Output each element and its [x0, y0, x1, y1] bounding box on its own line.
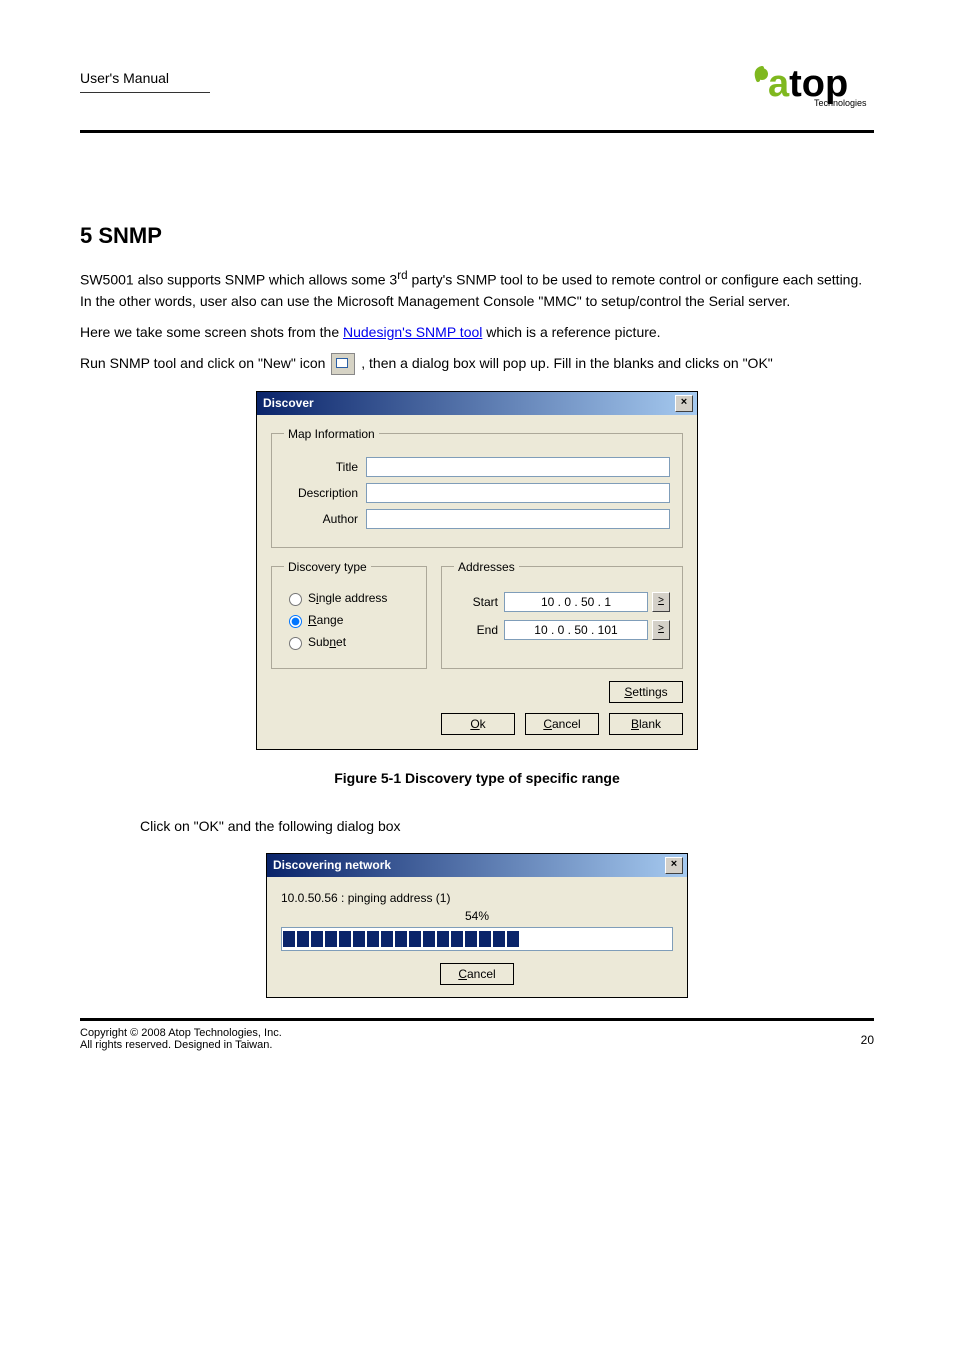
header-divider [80, 130, 874, 133]
description-label: Description [284, 486, 366, 500]
para2-post: which is a reference picture. [482, 324, 660, 340]
close-icon[interactable]: × [665, 857, 683, 874]
author-input[interactable] [366, 509, 670, 529]
discovering-network-dialog: Discovering network × 10.0.50.56 : pingi… [266, 853, 688, 998]
discover-titlebar: Discover × [257, 392, 697, 415]
footer-copyright: Copyright © 2008 Atop Technologies, Inc. [80, 1027, 874, 1039]
step1-text: Run SNMP tool and click on "New" icon , … [80, 353, 874, 375]
footer-reserved: All rights reserved. Designed in Taiwan. [80, 1039, 874, 1051]
addresses-group: Addresses Start 10 . 0 . 50 . 1 > End 10… [441, 560, 683, 669]
step1-prefix: Run SNMP tool and click on "New" icon [80, 355, 329, 371]
discover-dialog: Discover × Map Information Title Descrip… [256, 391, 698, 750]
start-ip-picker-button[interactable]: > [652, 592, 670, 612]
subnet-radio[interactable] [289, 637, 302, 650]
title-input[interactable] [366, 457, 670, 477]
progress-block [381, 931, 393, 947]
discovering-titlebar: Discovering network × [267, 854, 687, 877]
svg-text:Technologies: Technologies [814, 98, 867, 108]
brand-logo: atop Technologies [724, 60, 874, 111]
progress-bar [281, 927, 673, 951]
progress-block [339, 931, 351, 947]
ok-button[interactable]: Ok [441, 713, 515, 735]
close-icon[interactable]: × [675, 395, 693, 412]
progress-block [311, 931, 323, 947]
start-ip-input[interactable]: 10 . 0 . 50 . 1 [504, 592, 648, 612]
progress-block [423, 931, 435, 947]
start-label: Start [458, 595, 504, 609]
para2-pre: Here we take some screen shots from the [80, 324, 343, 340]
range-label: Range [308, 613, 343, 627]
header-underline [80, 92, 210, 93]
nudesign-link[interactable]: Nudesign's SNMP tool [343, 324, 482, 340]
title-label: Title [284, 460, 366, 474]
addresses-legend: Addresses [454, 560, 519, 574]
discovery-type-legend: Discovery type [284, 560, 371, 574]
map-information-legend: Map Information [284, 427, 379, 441]
mid-text: Click on "OK" and the following dialog b… [140, 816, 874, 837]
progress-block [493, 931, 505, 947]
discovery-type-group: Discovery type Single address Range Subn… [271, 560, 427, 669]
end-ip-picker-button[interactable]: > [652, 620, 670, 640]
progress-cancel-button[interactable]: Cancel [440, 963, 514, 985]
author-label: Author [284, 512, 366, 526]
end-ip-input[interactable]: 10 . 0 . 50 . 101 [504, 620, 648, 640]
map-information-group: Map Information Title Description Author [271, 427, 683, 548]
ping-status-text: 10.0.50.56 : pinging address (1) [281, 891, 673, 905]
progress-block [367, 931, 379, 947]
para1-super: rd [397, 269, 407, 282]
single-address-radio[interactable] [289, 593, 302, 606]
figure-caption-1: Figure 5-1 Discovery type of specific ra… [80, 770, 874, 786]
section-heading: 5 SNMP [80, 223, 874, 249]
intro-paragraph-2: Here we take some screen shots from the … [80, 322, 874, 343]
header-small-title: User's Manual [80, 70, 169, 86]
description-input[interactable] [366, 483, 670, 503]
range-radio[interactable] [289, 615, 302, 628]
discover-title: Discover [263, 396, 314, 410]
single-address-label: Single address [308, 591, 387, 605]
end-label: End [458, 623, 504, 637]
new-icon [331, 353, 355, 375]
discovering-title: Discovering network [273, 858, 391, 872]
footer-divider [80, 1018, 874, 1021]
progress-block [507, 931, 519, 947]
percent-text: 54% [281, 909, 673, 923]
intro-paragraph-1: SW5001 also supports SNMP which allows s… [80, 267, 874, 312]
progress-block [297, 931, 309, 947]
page-number: 20 [861, 1033, 874, 1047]
progress-block [353, 931, 365, 947]
progress-block [395, 931, 407, 947]
progress-block [409, 931, 421, 947]
progress-block [283, 931, 295, 947]
subnet-label: Subnet [308, 635, 346, 649]
step1-suffix: , then a dialog box will pop up. Fill in… [361, 355, 773, 371]
blank-button[interactable]: Blank [609, 713, 683, 735]
progress-block [451, 931, 463, 947]
cancel-button[interactable]: Cancel [525, 713, 599, 735]
progress-block [325, 931, 337, 947]
para1-prefix: SW5001 also supports SNMP which allows s… [80, 272, 397, 288]
progress-block [479, 931, 491, 947]
progress-block [437, 931, 449, 947]
settings-button[interactable]: Settings [609, 681, 683, 703]
progress-block [465, 931, 477, 947]
